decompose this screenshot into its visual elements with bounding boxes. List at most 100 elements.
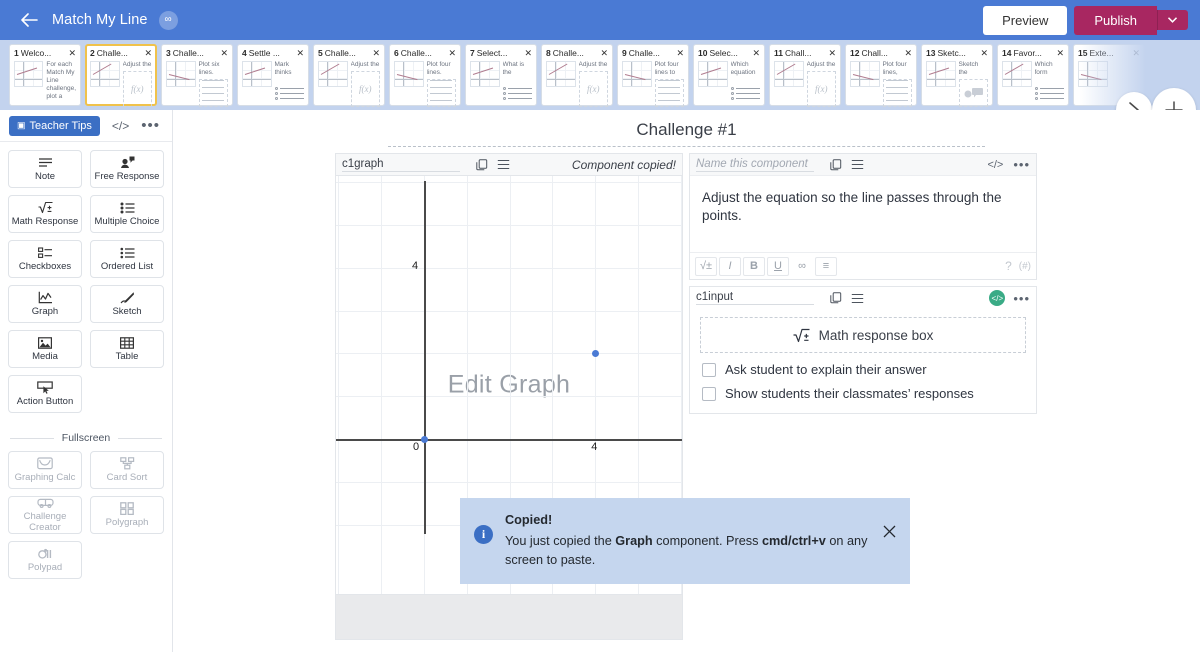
slide-thumbnail-2[interactable]: 2 Challe... ✕ Adjust the f(x) — [85, 44, 157, 107]
input-component[interactable]: c1input </> ••• Math response box Ask st… — [689, 286, 1037, 414]
palette-graphing-calc-button[interactable]: Graphing Calc — [8, 451, 82, 489]
back-arrow-icon[interactable] — [16, 7, 42, 33]
text-component-body[interactable]: Adjust the equation so the line passes t… — [690, 176, 1036, 252]
slide-thumbnail-4[interactable]: 4 Settle ... ✕ Mark thinks — [237, 44, 309, 106]
menu-icon[interactable] — [851, 159, 864, 170]
close-icon[interactable]: ✕ — [599, 48, 608, 58]
option-row-1[interactable]: Ask student to explain their answer — [690, 353, 1036, 377]
preview-button[interactable]: Preview — [983, 5, 1068, 35]
slide-preview: Which form — [1002, 61, 1064, 107]
close-icon[interactable]: ✕ — [523, 48, 532, 58]
close-icon[interactable]: ✕ — [1131, 48, 1140, 58]
menu-icon[interactable] — [497, 159, 510, 170]
close-icon[interactable]: ✕ — [979, 48, 988, 58]
close-icon[interactable]: ✕ — [827, 48, 836, 58]
palette-item-label: Table — [115, 351, 139, 362]
palette-polypad-button[interactable]: Polypad — [8, 541, 82, 579]
mini-slide-text: Plot four lines to — [654, 61, 679, 76]
teacher-tips-button[interactable]: ▣ Teacher Tips — [9, 115, 100, 136]
close-icon[interactable]: ✕ — [371, 48, 380, 58]
palette-action-button-button[interactable]: Action Button — [8, 375, 82, 413]
copy-icon[interactable] — [476, 158, 488, 171]
slide-thumbnail-11[interactable]: 11 Chall... ✕ Adjust the f(x) — [769, 44, 841, 107]
slide-thumbnail-14[interactable]: 14 Favor... ✕ Which form — [997, 44, 1069, 106]
text-component[interactable]: Name this component </> ••• Adjust the e… — [689, 153, 1037, 280]
more-horizontal-icon[interactable]: ••• — [1013, 291, 1030, 306]
graph-component-name[interactable]: c1graph — [342, 158, 460, 172]
checkbox-icon[interactable] — [702, 386, 716, 401]
slide-header: 8 Challe... ✕ — [546, 48, 608, 59]
copy-icon[interactable] — [830, 158, 842, 171]
challenge-creator-icon — [36, 497, 54, 509]
palette-challenge-creator-button[interactable]: Challenge Creator — [8, 496, 82, 534]
slide-thumbnail-13[interactable]: 13 Sketc... ✕ Sketch the — [921, 44, 993, 107]
checkbox-icon[interactable] — [702, 362, 716, 377]
close-icon[interactable]: ✕ — [675, 48, 684, 58]
close-icon[interactable]: ✕ — [1055, 48, 1064, 58]
bold-icon[interactable]: B — [743, 256, 765, 276]
text-component-name-input[interactable]: Name this component — [696, 158, 814, 172]
close-icon[interactable]: ✕ — [447, 48, 456, 58]
slide-strip[interactable]: 1 Welco... ✕ For each Match My Line challen… — [0, 40, 1200, 110]
align-left-icon[interactable]: ≡ — [815, 256, 837, 276]
close-icon[interactable]: ✕ — [67, 48, 76, 58]
math-radical-icon[interactable]: √± — [695, 256, 717, 276]
math-response-box[interactable]: Math response box — [700, 317, 1026, 353]
code-icon[interactable]: </> — [987, 159, 1003, 171]
code-badge-icon[interactable]: </> — [989, 290, 1006, 306]
link-icon[interactable]: ∞ — [791, 256, 813, 276]
slide-thumbnail-8[interactable]: 8 Challe... ✕ Adjust the f(x) — [541, 44, 613, 107]
publish-button[interactable]: Publish — [1074, 5, 1157, 35]
italic-icon[interactable]: I — [719, 256, 741, 276]
more-horizontal-icon[interactable]: ••• — [1013, 157, 1030, 172]
app-header: Match My Line ∞ Preview Publish — [0, 0, 1200, 40]
action-button-icon — [37, 381, 53, 394]
palette-ordered-list-button[interactable]: Ordered List — [90, 240, 164, 278]
slide-thumbnail-10[interactable]: 10 Selec... ✕ Which equation — [693, 44, 765, 106]
help-circle-icon[interactable]: ? — [1005, 259, 1012, 273]
palette-math-response-button[interactable]: Math Response — [8, 195, 82, 233]
palette-item-label: Action Button — [16, 396, 74, 407]
slide-thumbnail-12[interactable]: 12 Chall... ✕ Plot four lines, — [845, 44, 917, 107]
option-row-2[interactable]: Show students their classmates’ response… — [690, 377, 1036, 413]
close-icon[interactable]: ✕ — [143, 48, 152, 58]
close-icon[interactable]: ✕ — [903, 48, 912, 58]
palette-polygraph-button[interactable]: Polygraph — [90, 496, 164, 534]
slide-thumbnail-5[interactable]: 5 Challe... ✕ Adjust the f(x) — [313, 44, 385, 107]
menu-icon[interactable] — [851, 293, 864, 304]
code-icon[interactable]: </> — [112, 119, 129, 133]
superscript-icon[interactable]: (#) — [1019, 261, 1031, 272]
palette-media-button[interactable]: Media — [8, 330, 82, 368]
palette-table-button[interactable]: Table — [90, 330, 164, 368]
palette-item-label: Checkboxes — [18, 261, 72, 272]
sidebar-toolbar: ▣ Teacher Tips </> ••• — [0, 110, 172, 142]
graph-point-1[interactable] — [420, 435, 428, 443]
graph-point-2[interactable] — [591, 349, 599, 357]
close-icon[interactable]: ✕ — [219, 48, 228, 58]
more-horizontal-icon[interactable]: ••• — [141, 117, 160, 134]
palette-multiple-choice-button[interactable]: Multiple Choice — [90, 195, 164, 233]
input-component-name[interactable]: c1input — [696, 291, 814, 305]
slide-name: Challe... — [628, 48, 660, 58]
slide-thumbnail-6[interactable]: 6 Challe... ✕ Plot four lines. — [389, 44, 461, 107]
underline-icon[interactable]: U — [767, 256, 789, 276]
palette-checkboxes-button[interactable]: Checkboxes — [8, 240, 82, 278]
palette-sketch-button[interactable]: Sketch — [90, 285, 164, 323]
toast-body-bold-shortcut: cmd/ctrl+v — [761, 533, 826, 548]
fullscreen-label: Fullscreen — [61, 432, 111, 444]
slide-thumbnail-7[interactable]: 7 Select... ✕ What is the — [465, 44, 537, 106]
slide-thumbnail-3[interactable]: 3 Challe... ✕ Plot six lines. — [161, 44, 233, 107]
toast-close-button[interactable] — [883, 525, 896, 538]
add-slide-button[interactable] — [1152, 88, 1196, 110]
palette-free-response-button[interactable]: Free Response — [90, 150, 164, 188]
close-icon[interactable]: ✕ — [295, 48, 304, 58]
copy-icon[interactable] — [830, 292, 842, 304]
palette-note-button[interactable]: Note — [8, 150, 82, 188]
slide-thumbnail-9[interactable]: 9 Challe... ✕ Plot four lines to — [617, 44, 689, 107]
publish-dropdown-caret[interactable] — [1157, 10, 1188, 30]
palette-graph-button[interactable]: Graph — [8, 285, 82, 323]
close-icon[interactable]: ✕ — [751, 48, 760, 58]
mini-slide-text: Plot four lines. — [426, 61, 451, 76]
palette-card-sort-button[interactable]: Card Sort — [90, 451, 164, 489]
slide-thumbnail-1[interactable]: 1 Welco... ✕ For each Match My Line challen… — [9, 44, 81, 106]
